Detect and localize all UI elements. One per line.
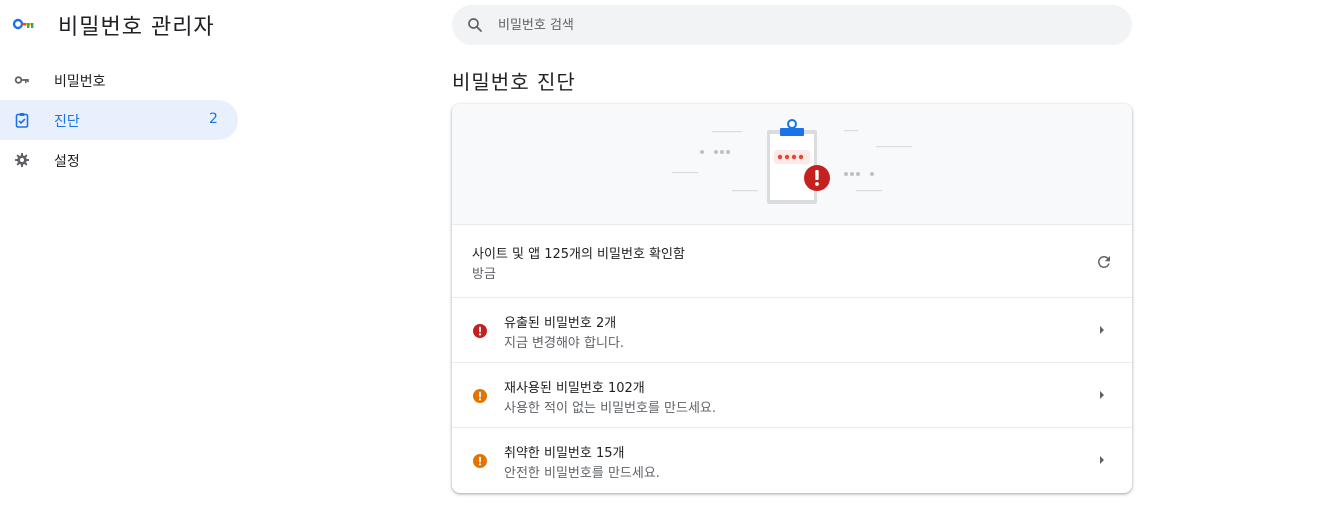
gear-icon [15, 153, 29, 167]
search-input[interactable] [498, 5, 1098, 45]
sidebar-item-label: 진단 [54, 114, 80, 130]
checkup-illustration-banner [452, 104, 1132, 225]
clipboard-warning-illustration [672, 119, 912, 204]
issue-title: 재사용된 비밀번호 102개 [504, 381, 645, 396]
checkup-summary: 사이트 및 앱 125개의 비밀번호 확인함 방금 [452, 225, 1132, 298]
checkup-card: 사이트 및 앱 125개의 비밀번호 확인함 방금 유출된 비밀번호 2개 지금… [452, 104, 1132, 493]
password-manager-app: 비밀번호 관리자 비밀번호 진단 2 [0, 0, 1329, 509]
issue-description: 지금 변경해야 합니다. [504, 336, 625, 351]
error-icon [473, 324, 487, 338]
app-title: 비밀번호 관리자 [58, 15, 215, 40]
issue-title: 유출된 비밀번호 2개 [504, 316, 617, 331]
last-checked-time: 방금 [472, 267, 496, 282]
reused-passwords-row[interactable]: 재사용된 비밀번호 102개 사용한 적이 없는 비밀번호를 만드세요. [452, 363, 1132, 428]
sidebar-item-label: 설정 [54, 154, 80, 170]
issue-title: 취약한 비밀번호 15개 [504, 446, 625, 461]
weak-passwords-row[interactable]: 취약한 비밀번호 15개 안전한 비밀번호를 만드세요. [452, 428, 1132, 493]
clipboard-check-icon [15, 113, 29, 128]
search-bar[interactable] [452, 5, 1132, 45]
chevron-right-icon [1100, 456, 1104, 464]
sidebar-item-label: 비밀번호 [54, 74, 106, 90]
compromised-passwords-row[interactable]: 유출된 비밀번호 2개 지금 변경해야 합니다. [452, 298, 1132, 363]
chevron-right-icon [1100, 326, 1104, 334]
sidebar-item-passwords[interactable]: 비밀번호 [0, 60, 238, 100]
sidebar-item-checkup[interactable]: 진단 2 [0, 100, 238, 140]
issue-description: 사용한 적이 없는 비밀번호를 만드세요. [504, 401, 717, 416]
page-title: 비밀번호 진단 [452, 70, 576, 94]
issue-description: 안전한 비밀번호를 만드세요. [504, 466, 660, 481]
key-icon [14, 76, 29, 84]
sidebar: 비밀번호 진단 2 설정 [0, 60, 240, 180]
refresh-icon[interactable] [1095, 253, 1113, 271]
key-logo-icon [12, 18, 34, 30]
chevron-right-icon [1100, 391, 1104, 399]
sidebar-item-settings[interactable]: 설정 [0, 140, 238, 180]
warning-icon [473, 389, 487, 403]
issue-count-badge: 2 [209, 111, 218, 127]
checked-passwords-text: 사이트 및 앱 125개의 비밀번호 확인함 [472, 247, 685, 262]
warning-icon [473, 454, 487, 468]
search-icon [468, 18, 482, 32]
